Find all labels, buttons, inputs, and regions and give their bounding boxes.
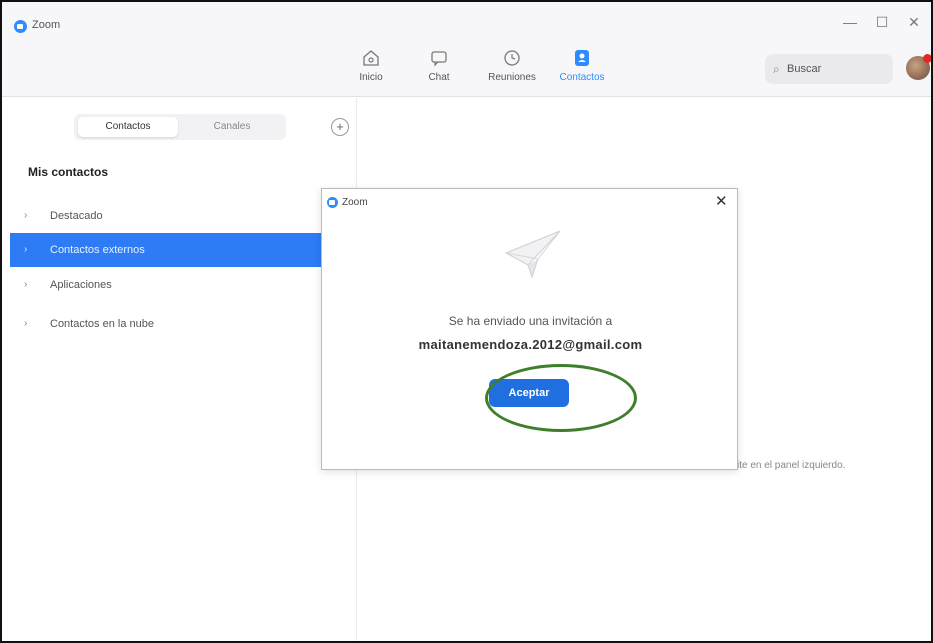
- title-bar: Zoom — ☐ ✕: [2, 2, 931, 42]
- nav-chat[interactable]: Chat: [404, 48, 474, 83]
- invitation-dialog: Zoom ✕ Se ha enviado una invitación a ma…: [321, 188, 738, 470]
- empty-state-hint: ite en el panel izquierdo.: [737, 460, 846, 471]
- accept-button[interactable]: Aceptar: [489, 379, 569, 407]
- zoom-logo-icon: [327, 197, 338, 208]
- contact-group-cloud[interactable]: › Contactos en la nube: [10, 307, 321, 341]
- minimize-button[interactable]: —: [840, 14, 860, 30]
- notification-dot: [923, 54, 931, 63]
- home-icon: [363, 50, 379, 66]
- window-title: Zoom: [32, 19, 61, 31]
- invitation-message: Se ha enviado una invitación a: [448, 314, 613, 328]
- nav-contacts-label: Contactos: [559, 72, 605, 83]
- contact-group-starred[interactable]: › Destacado: [10, 199, 321, 233]
- paper-plane-icon: [504, 230, 561, 279]
- search-placeholder: Buscar: [787, 63, 822, 75]
- close-icon[interactable]: ✕: [715, 192, 728, 210]
- nav-contacts[interactable]: Contactos: [547, 48, 617, 83]
- contact-group-label: Aplicaciones: [50, 279, 112, 291]
- invited-email: maitanemendoza.2012@gmail.com: [418, 337, 643, 352]
- zoom-logo-icon: [14, 20, 27, 33]
- contact-group-apps[interactable]: › Aplicaciones: [10, 268, 321, 302]
- contact-group-label: Contactos externos: [50, 244, 145, 256]
- nav-chat-label: Chat: [428, 72, 450, 83]
- app-window: Zoom — ☐ ✕ Inicio Chat Reuniones Contact…: [0, 0, 933, 643]
- chevron-right-icon: ›: [24, 279, 28, 290]
- dialog-title: Zoom: [342, 197, 368, 208]
- my-contacts-title: Mis contactos: [28, 165, 109, 179]
- search-icon: ⌕: [773, 62, 780, 76]
- chevron-right-icon: ›: [24, 318, 28, 329]
- chevron-right-icon: ›: [24, 210, 28, 221]
- nav-home[interactable]: Inicio: [336, 48, 406, 83]
- contact-group-label: Contactos en la nube: [50, 318, 154, 330]
- nav-meetings-label: Reuniones: [488, 72, 536, 83]
- contacts-tabs: Contactos Canales: [74, 114, 286, 140]
- contacts-panel: Contactos Canales + Mis contactos › Dest…: [2, 98, 357, 641]
- tab-contacts[interactable]: Contactos: [78, 117, 178, 137]
- contacts-icon: [575, 50, 589, 66]
- clock-icon: [504, 50, 520, 66]
- contact-group-external[interactable]: › Contactos externos: [10, 233, 321, 267]
- chat-icon: [431, 51, 447, 67]
- search-box[interactable]: ⌕ Buscar: [765, 54, 893, 84]
- contact-group-label: Destacado: [50, 210, 103, 222]
- plus-circle-icon[interactable]: +: [331, 118, 349, 136]
- nav-home-label: Inicio: [359, 72, 383, 83]
- maximize-button[interactable]: ☐: [872, 14, 892, 31]
- tab-channels[interactable]: Canales: [182, 117, 282, 137]
- top-nav: Inicio Chat Reuniones Contactos ⌕ Buscar: [2, 42, 931, 97]
- avatar[interactable]: [906, 54, 931, 80]
- close-window-button[interactable]: ✕: [904, 14, 924, 31]
- nav-meetings[interactable]: Reuniones: [477, 48, 547, 83]
- chevron-right-icon: ›: [24, 244, 28, 255]
